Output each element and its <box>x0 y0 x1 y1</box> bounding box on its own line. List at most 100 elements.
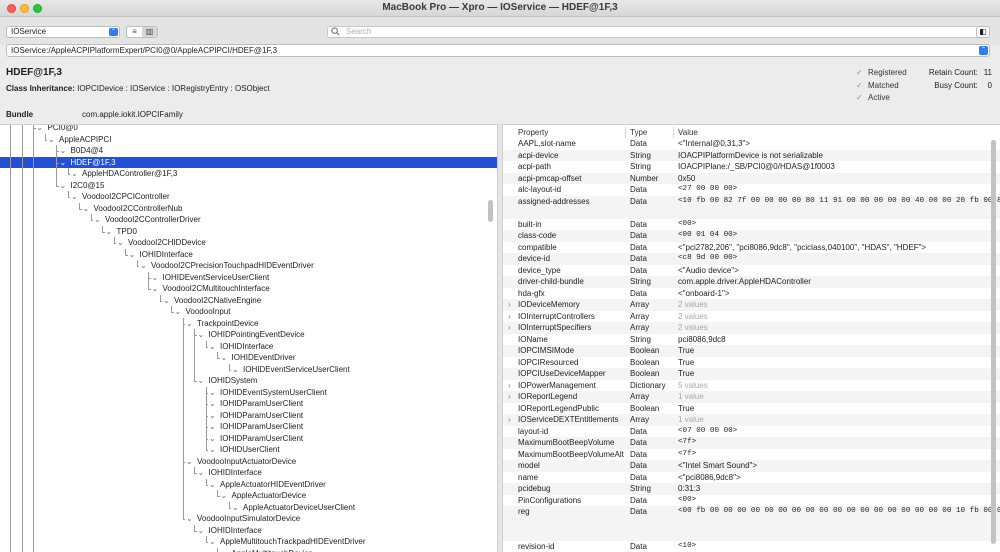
disclosure-chevron-icon[interactable]: ⌄ <box>232 502 239 514</box>
property-row[interactable]: name Data <"pci8086,9dc8"> <box>503 472 1000 484</box>
disclosure-chevron-icon[interactable]: ⌄ <box>83 203 90 215</box>
disclosure-chevron-icon[interactable]: ⌄ <box>140 260 147 272</box>
list-view-icon[interactable]: ≡ <box>127 27 142 37</box>
property-row[interactable]: MaximumBootBeepVolume Data <7f> <box>503 437 1000 449</box>
disclosure-chevron-icon[interactable]: ⌄ <box>163 295 170 307</box>
property-row[interactable]: › IODeviceMemory Array 2 values <box>503 299 1000 311</box>
property-row[interactable]: acpi-pmcap-offset Number 0x50 <box>503 172 1000 184</box>
tree-node[interactable]: ⌄ IOHIDParamUserClient <box>0 398 497 410</box>
disclosure-chevron-icon[interactable]: ⌄ <box>209 341 216 353</box>
properties-scrollbar[interactable] <box>991 140 996 544</box>
disclosure-chevron-icon[interactable]: ⌄ <box>71 168 78 180</box>
disclosure-chevron-icon[interactable]: ⌄ <box>209 398 216 410</box>
tree-node[interactable]: ⌄ AppleActuatorDevice <box>0 490 497 502</box>
property-row[interactable]: acpi-path String IOACPIPlane:/_SB/PCI0@0/H… <box>503 161 1000 173</box>
tree-node[interactable]: ⌄ VoodooI2CPrecisionTouchpadHIDEventDrive… <box>0 260 497 272</box>
property-row[interactable]: › IOPowerManagement Dictionary 5 values <box>503 380 1000 392</box>
tree-node[interactable]: ⌄ VoodooI2CControllerNub <box>0 203 497 215</box>
toggle-inspector-button[interactable]: ◧ <box>976 26 990 38</box>
property-row[interactable]: revision-id Data <10> <box>503 541 1000 552</box>
disclosure-chevron-icon[interactable]: ⌄ <box>209 421 216 433</box>
disclosure-chevron-icon[interactable]: ⌄ <box>152 272 159 284</box>
property-row[interactable]: device_type Data <"Audio device"> <box>503 265 1000 277</box>
tree-node[interactable]: ⌄ VoodooInputSimulatorDevice <box>0 513 497 525</box>
property-row[interactable]: IOPCIMSIMode Boolean True <box>503 345 1000 357</box>
column-separator[interactable] <box>673 127 674 138</box>
disclosure-chevron-icon[interactable]: ⌄ <box>71 191 78 203</box>
tree-node[interactable]: ⌄ AppleMultitouchTrackpadHIDEventDriver <box>0 536 497 548</box>
tree-node[interactable]: ⌄ IOHIDParamUserClient <box>0 410 497 422</box>
tree-node[interactable]: ⌄ IOHIDEventSystemUserClient <box>0 387 497 399</box>
expand-chevron-icon[interactable]: › <box>508 322 511 334</box>
disclosure-chevron-icon[interactable]: ⌄ <box>198 375 205 387</box>
property-row[interactable]: AAPL,slot-name Data <"Internal@0,31,3"> <box>503 138 1000 150</box>
property-row[interactable]: acpi-device String IOACPIPlatformDevice is… <box>503 149 1000 161</box>
expand-chevron-icon[interactable]: › <box>508 414 511 426</box>
disclosure-chevron-icon[interactable]: ⌄ <box>186 456 193 468</box>
property-row[interactable]: PinConfigurations Data <00> <box>503 495 1000 507</box>
disclosure-chevron-icon[interactable]: ⌄ <box>48 134 55 146</box>
tree-node[interactable]: ⌄ VoodooI2CControllerDriver <box>0 214 497 226</box>
column-separator[interactable] <box>625 127 626 138</box>
tree-node[interactable]: ⌄ B0D4@4 <box>0 145 497 157</box>
column-view-icon[interactable]: ▥ <box>142 27 157 37</box>
tree-node[interactable]: ⌄ IOHIDInterface <box>0 341 497 353</box>
disclosure-chevron-icon[interactable]: ⌄ <box>37 125 44 134</box>
tree-node[interactable]: ⌄ IOHIDSystem <box>0 375 497 387</box>
disclosure-chevron-icon[interactable]: ⌄ <box>186 318 193 330</box>
property-row[interactable]: › IOInterruptControllers Array 2 values <box>503 311 1000 323</box>
disclosure-chevron-icon[interactable]: ⌄ <box>117 237 124 249</box>
tree-node[interactable]: ⌄ IOHIDPointingEventDevice <box>0 329 497 341</box>
tree-node[interactable]: ⌄ AppleACPIPCI <box>0 134 497 146</box>
disclosure-chevron-icon[interactable]: ⌄ <box>232 364 239 376</box>
property-row[interactable]: class-code Data <00 01 04 00> <box>503 230 1000 242</box>
disclosure-chevron-icon[interactable]: ⌄ <box>60 180 67 192</box>
tree-node[interactable]: ⌄ IOHIDInterface <box>0 467 497 479</box>
registry-tree[interactable]: ⌄ PCI0@0 ⌄ AppleACPIPCI ⌄ B0D4@4 ⌄ HDEF@1F,3 ⌄ Ap… <box>0 124 497 552</box>
property-row[interactable]: IOPCIUseDeviceMapper Boolean True <box>503 368 1000 380</box>
property-row[interactable]: IOPCIResourced Boolean True <box>503 357 1000 369</box>
disclosure-chevron-icon[interactable]: ⌄ <box>221 490 228 502</box>
tree-node[interactable]: ⌄ AppleActuatorDeviceUserClient <box>0 502 497 514</box>
disclosure-chevron-icon[interactable]: ⌄ <box>209 479 216 491</box>
disclosure-chevron-icon[interactable]: ⌄ <box>209 433 216 445</box>
tree-scrollbar[interactable] <box>488 200 493 222</box>
property-row[interactable]: driver-child-bundle String com.apple.drive… <box>503 276 1000 288</box>
expand-chevron-icon[interactable]: › <box>508 391 511 403</box>
tree-node[interactable]: ⌄ AppleHDAController@1F,3 <box>0 168 497 180</box>
disclosure-chevron-icon[interactable]: ⌄ <box>175 306 182 318</box>
tree-node[interactable]: ⌄ IOHIDParamUserClient <box>0 433 497 445</box>
disclosure-chevron-icon[interactable]: ⌄ <box>152 283 159 295</box>
property-row[interactable]: hda-gfx Data <"onboard-1"> <box>503 288 1000 300</box>
tree-node[interactable]: ⌄ VoodooI2CPCIController <box>0 191 497 203</box>
property-row[interactable]: built-in Data <00> <box>503 219 1000 231</box>
property-row[interactable]: device-id Data <c8 9d 00 00> <box>503 253 1000 265</box>
registry-path-field[interactable]: IOService:/AppleACPIPlatformExpert/PCI0@… <box>6 44 990 57</box>
property-row[interactable]: layout-id Data <07 00 00 00> <box>503 426 1000 438</box>
property-row[interactable]: IOName String pci8086,9dc8 <box>503 334 1000 346</box>
tree-node[interactable]: ⌄ VoodooI2CMultitouchInterface <box>0 283 497 295</box>
tree-node[interactable]: ⌄ VoodooInput <box>0 306 497 318</box>
tree-node[interactable]: ⌄ TrackpointDevice <box>0 318 497 330</box>
plane-selector[interactable]: IOService ⌃ <box>6 26 120 38</box>
search-field[interactable]: Search <box>327 26 990 38</box>
column-header-property[interactable]: Property <box>518 127 548 138</box>
tree-node[interactable]: ⌄ IOHIDUserClient <box>0 444 497 456</box>
column-header-type[interactable]: Type <box>630 127 647 138</box>
disclosure-chevron-icon[interactable]: ⌄ <box>60 157 67 169</box>
disclosure-chevron-icon[interactable]: ⌄ <box>221 352 228 364</box>
property-row[interactable]: alc-layout-id Data <27 00 00 00> <box>503 184 1000 196</box>
disclosure-chevron-icon[interactable]: ⌄ <box>221 548 228 552</box>
tree-node[interactable]: ⌄ AppleActuatorHIDEventDriver <box>0 479 497 491</box>
expand-chevron-icon[interactable]: › <box>508 311 511 323</box>
disclosure-chevron-icon[interactable]: ⌄ <box>60 145 67 157</box>
tree-node[interactable]: ⌄ IOHIDEventDriver <box>0 352 497 364</box>
disclosure-chevron-icon[interactable]: ⌄ <box>209 444 216 456</box>
tree-node[interactable]: ⌄ PCI0@0 <box>0 125 497 134</box>
property-row[interactable]: IOReportLegendPublic Boolean True <box>503 403 1000 415</box>
tree-node[interactable]: ⌄ IOHIDInterface <box>0 525 497 537</box>
disclosure-chevron-icon[interactable]: ⌄ <box>186 513 193 525</box>
expand-chevron-icon[interactable]: › <box>508 380 511 392</box>
disclosure-chevron-icon[interactable]: ⌄ <box>106 226 113 238</box>
expand-chevron-icon[interactable]: › <box>508 299 511 311</box>
